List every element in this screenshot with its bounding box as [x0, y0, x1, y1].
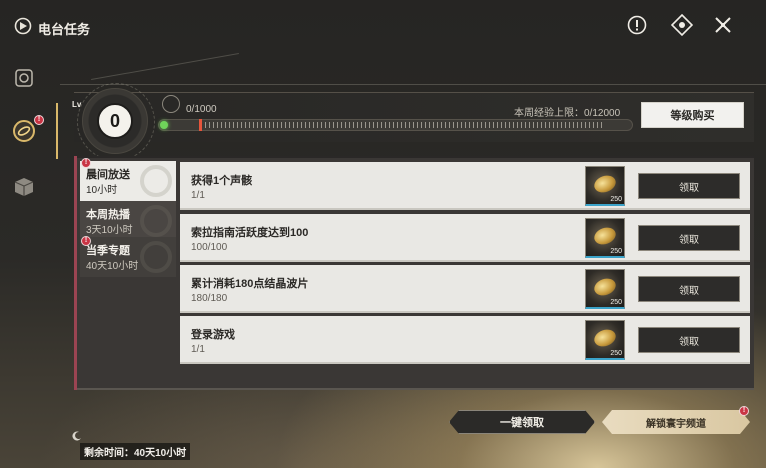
frame-accent	[74, 156, 77, 390]
reward-item[interactable]: 250	[585, 269, 625, 309]
buy-level-button[interactable]: 等级购买	[641, 102, 744, 128]
xp-marker	[199, 119, 202, 131]
xp-icon	[162, 95, 180, 113]
top-bar: 电台任务	[0, 0, 766, 56]
claim-all-button[interactable]: 一键领取	[449, 410, 595, 434]
task-row: 索拉指南活跃度达到100 100/100 250 领取	[180, 214, 750, 262]
moon-icon	[72, 428, 82, 441]
task-progress: 1/1	[191, 190, 205, 201]
weekly-cap-text: 本周经验上限：0/12000	[514, 108, 621, 119]
tab-deco	[140, 205, 172, 237]
deco-line	[60, 84, 766, 85]
task-title: 索拉指南活跃度达到100	[191, 227, 309, 239]
reward-item[interactable]: 250	[585, 166, 625, 206]
reward-item[interactable]: 250	[585, 320, 625, 360]
reward-coin-icon	[591, 224, 619, 248]
tab-morning-broadcast[interactable]: 晨间放送 10小时 !	[80, 158, 176, 201]
side-nav-tasks[interactable]: !	[10, 115, 44, 145]
claim-button[interactable]: 领取	[638, 327, 740, 353]
level-value: 0	[97, 103, 133, 139]
tab-deco	[140, 241, 172, 273]
side-nav: !	[0, 56, 60, 256]
reward-quantity: 250	[610, 350, 622, 357]
reward-quantity: 250	[610, 248, 622, 255]
task-title: 累计消耗180点结晶波片	[191, 278, 309, 290]
task-row: 累计消耗180点结晶波片 180/180 250 领取	[180, 265, 750, 313]
tab-timer: 3天10小时	[86, 225, 133, 236]
reward-coin-icon	[591, 172, 619, 196]
task-row: 登录游戏 1/1 250 领取	[180, 316, 750, 364]
reward-coin-icon	[591, 275, 619, 299]
tab-label: 本周热播	[86, 209, 130, 221]
alert-badge: !	[34, 115, 44, 125]
reward-item[interactable]: 250	[585, 218, 625, 258]
tab-label: 当季专题	[86, 245, 130, 257]
tab-label: 晨间放送	[86, 169, 130, 181]
alert-badge: !	[81, 158, 91, 168]
task-title: 获得1个声骸	[191, 175, 253, 187]
radio-logo-icon	[14, 17, 32, 35]
side-nav-radio[interactable]	[10, 64, 38, 92]
claim-button[interactable]: 领取	[638, 173, 740, 199]
task-row: 获得1个声骸 1/1 250 领取	[180, 162, 750, 210]
task-progress: 100/100	[191, 242, 228, 253]
task-progress: 180/180	[191, 293, 228, 304]
reward-quantity: 250	[610, 299, 622, 306]
claim-button[interactable]: 领取	[638, 276, 740, 302]
tab-season-special[interactable]: 当季专题 40天10小时 !	[80, 236, 176, 277]
reward-coin-icon	[591, 326, 619, 350]
remaining-time: 剩余时间：40天10小时	[80, 443, 191, 460]
close-icon[interactable]	[712, 14, 734, 36]
alert-badge: !	[81, 236, 91, 246]
radio-icon	[15, 69, 33, 87]
alert-badge: !	[739, 406, 749, 416]
unlock-channel-button[interactable]: 解锁寰宇频道	[602, 410, 750, 434]
xp-progress-text: 0/1000	[186, 104, 217, 115]
tab-timer: 40天10小时	[86, 261, 139, 272]
task-title: 登录游戏	[191, 329, 235, 341]
side-nav-shop[interactable]	[10, 173, 38, 201]
reward-quantity: 250	[610, 196, 622, 203]
package-icon	[14, 178, 34, 196]
xp-ticks	[205, 122, 605, 128]
tab-deco	[140, 165, 172, 197]
page-title: 电台任务	[38, 22, 91, 37]
target-icon[interactable]	[671, 14, 693, 36]
info-icon[interactable]	[626, 14, 648, 36]
task-badge-icon	[13, 120, 35, 142]
deco-line	[91, 52, 239, 81]
active-indicator	[56, 103, 58, 159]
level-badge-label: Lv	[72, 100, 82, 109]
tab-timer: 10小时	[86, 185, 118, 196]
task-progress: 1/1	[191, 344, 205, 355]
xp-start-dot	[160, 121, 168, 129]
tab-weekly-hits[interactable]: 本周热播 3天10小时	[80, 201, 176, 241]
claim-button[interactable]: 领取	[638, 225, 740, 251]
